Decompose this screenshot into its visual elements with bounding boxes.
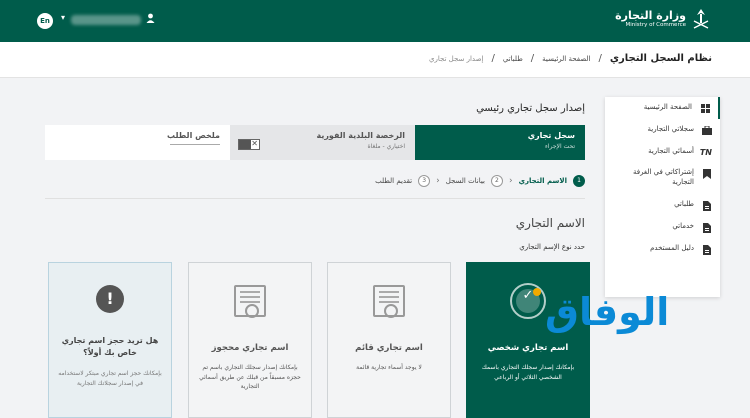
sidebar-item-label: طلباتي: [674, 199, 694, 208]
palm-swords-emblem-icon: [692, 8, 710, 30]
breadcrumb-current: إصدار سجل تجاري: [428, 54, 484, 63]
certificate-icon: [234, 285, 266, 318]
chevron-left-icon: ‹: [436, 176, 440, 186]
sidebar-item-label: دليل المستخدم: [650, 243, 694, 252]
step-label-submit[interactable]: تقديم الطلب: [375, 177, 412, 185]
breadcrumb-separator: /: [491, 53, 495, 64]
site-watermark: الوفاق: [545, 290, 670, 334]
card-reserved-trade-name[interactable]: اسم تجاري محجوز بإمكانك إصدار سجلك التجا…: [188, 262, 312, 418]
chevron-left-icon: ‹: [508, 176, 513, 186]
page-title: إصدار سجل تجاري رئيسي: [476, 103, 585, 114]
card-description: بإمكانك حجز اسم تجاري مبتكر لاستخدامه في…: [58, 370, 162, 387]
sidebar-item-user-guide[interactable]: دليل المستخدم: [605, 238, 720, 260]
chevron-down-icon[interactable]: ▾: [61, 13, 65, 22]
step-number: 1: [573, 175, 585, 187]
tab-label: الرخصة البلدية الفورية: [316, 131, 405, 140]
sidebar-item-my-records[interactable]: سجلاتي التجارية: [605, 119, 720, 141]
language-toggle-button[interactable]: En: [37, 13, 53, 29]
document-icon: [702, 200, 712, 211]
briefcase-icon: [702, 125, 712, 136]
watermark-dot: [533, 288, 541, 296]
card-description: لا يوجد أسماء تجارية قائمة: [356, 364, 422, 371]
sidebar-item-label: إشتراكاتي في الغرفة التجارية: [632, 168, 694, 187]
sidebar-item-chamber-subscriptions[interactable]: إشتراكاتي في الغرفة التجارية: [605, 162, 720, 194]
step-number: 3: [418, 175, 431, 187]
tab-underline: [170, 144, 220, 145]
tab-label: سجل تجاري: [527, 131, 575, 140]
breadcrumb-separator: /: [530, 53, 535, 64]
step-number: 2: [490, 175, 503, 187]
document-icon: [702, 244, 712, 255]
sidebar-item-label: خدماتي: [672, 221, 694, 230]
top-bar: En ▾ وزارة التجارة Ministry of Commerce: [0, 0, 750, 42]
system-title: نظام السجل التجاري: [609, 53, 712, 64]
tab-municipal-license[interactable]: الرخصة البلدية الفورية اختياري - ملغاة: [230, 125, 415, 160]
step-label-record-data[interactable]: بيانات السجل: [446, 177, 485, 185]
sidebar-item-trade-names[interactable]: TN أسمائي التجارية: [605, 141, 720, 163]
card-existing-trade-name[interactable]: اسم تجاري قائم لا يوجد أسماء تجارية قائم…: [327, 262, 451, 418]
tn-icon: TN: [699, 147, 712, 157]
sidebar-item-label: الصفحة الرئيسية: [643, 103, 692, 111]
process-tabs: سجل تجاري تحت الإجراء الرخصة البلدية الف…: [45, 125, 585, 160]
card-description: بإمكانك إصدار سجلك التجاري باسمك الشخصي …: [481, 364, 575, 381]
bookmark-icon: [702, 169, 712, 180]
card-title: اسم تجاري محجوز: [211, 343, 289, 353]
sidebar-item-label: أسمائي التجارية: [648, 146, 694, 155]
sidebar-item-my-requests[interactable]: طلباتي: [605, 194, 720, 216]
tab-commercial-record[interactable]: سجل تجاري تحت الإجراء: [415, 125, 585, 160]
toggle-off-icon[interactable]: [238, 139, 260, 150]
grid-icon: [700, 104, 710, 114]
section-title: الاسم التجاري: [515, 216, 585, 230]
card-title: هل تريد حجز اسم تجاري خاص بك أولاً؟: [61, 336, 159, 357]
tab-status: اختياري - ملغاة: [367, 143, 405, 150]
card-reserve-trade-name[interactable]: ! هل تريد حجز اسم تجاري خاص بك أولاً؟ بإ…: [48, 262, 172, 418]
sidebar-item-label: سجلاتي التجارية: [647, 124, 695, 133]
user-name-blurred[interactable]: [71, 15, 141, 25]
breadcrumb-separator: /: [598, 53, 602, 64]
step-label-trade-name[interactable]: الاسم التجاري: [519, 177, 567, 185]
stepper: 1 الاسم التجاري ‹ 2 بيانات السجل ‹ 3 تقد…: [375, 175, 585, 187]
card-personal-trade-name[interactable]: ✓ اسم تجاري شخصي بإمكانك إصدار سجلك التج…: [466, 262, 590, 418]
ministry-logo[interactable]: وزارة التجارة Ministry of Commerce: [615, 8, 710, 30]
card-title: اسم تجاري شخصي: [487, 343, 569, 353]
logo-text-english: Ministry of Commerce: [625, 22, 686, 29]
sidebar-item-my-services[interactable]: خدماتي: [605, 216, 720, 238]
breadcrumb-requests[interactable]: طلباتي: [503, 55, 523, 63]
tab-request-summary[interactable]: ملخص الطلب: [45, 125, 230, 160]
tab-label: ملخص الطلب: [167, 131, 220, 140]
divider: [45, 198, 585, 199]
sidebar: الصفحة الرئيسية سجلاتي التجارية TN أسمائ…: [605, 97, 720, 297]
card-title: اسم تجاري قائم: [355, 343, 423, 353]
card-description: بإمكانك إصدار سجلك التجاري باسم تم حجزه …: [199, 364, 301, 391]
section-subtitle: حدد نوع الإسم التجاري: [519, 243, 585, 251]
check-icon: ✓: [522, 288, 534, 303]
certificate-icon: [373, 285, 405, 318]
user-icon[interactable]: [146, 13, 155, 26]
document-icon: [702, 222, 712, 233]
breadcrumb: نظام السجل التجاري / الصفحة الرئيسية / ط…: [429, 53, 712, 64]
tab-status: تحت الإجراء: [545, 143, 575, 150]
exclamation-icon: !: [96, 285, 124, 313]
sidebar-item-home[interactable]: الصفحة الرئيسية: [605, 97, 720, 119]
page-header: نظام السجل التجاري / الصفحة الرئيسية / ط…: [0, 42, 750, 78]
logo-text-arabic: وزارة التجارة: [615, 8, 686, 22]
breadcrumb-home[interactable]: الصفحة الرئيسية: [542, 55, 590, 63]
